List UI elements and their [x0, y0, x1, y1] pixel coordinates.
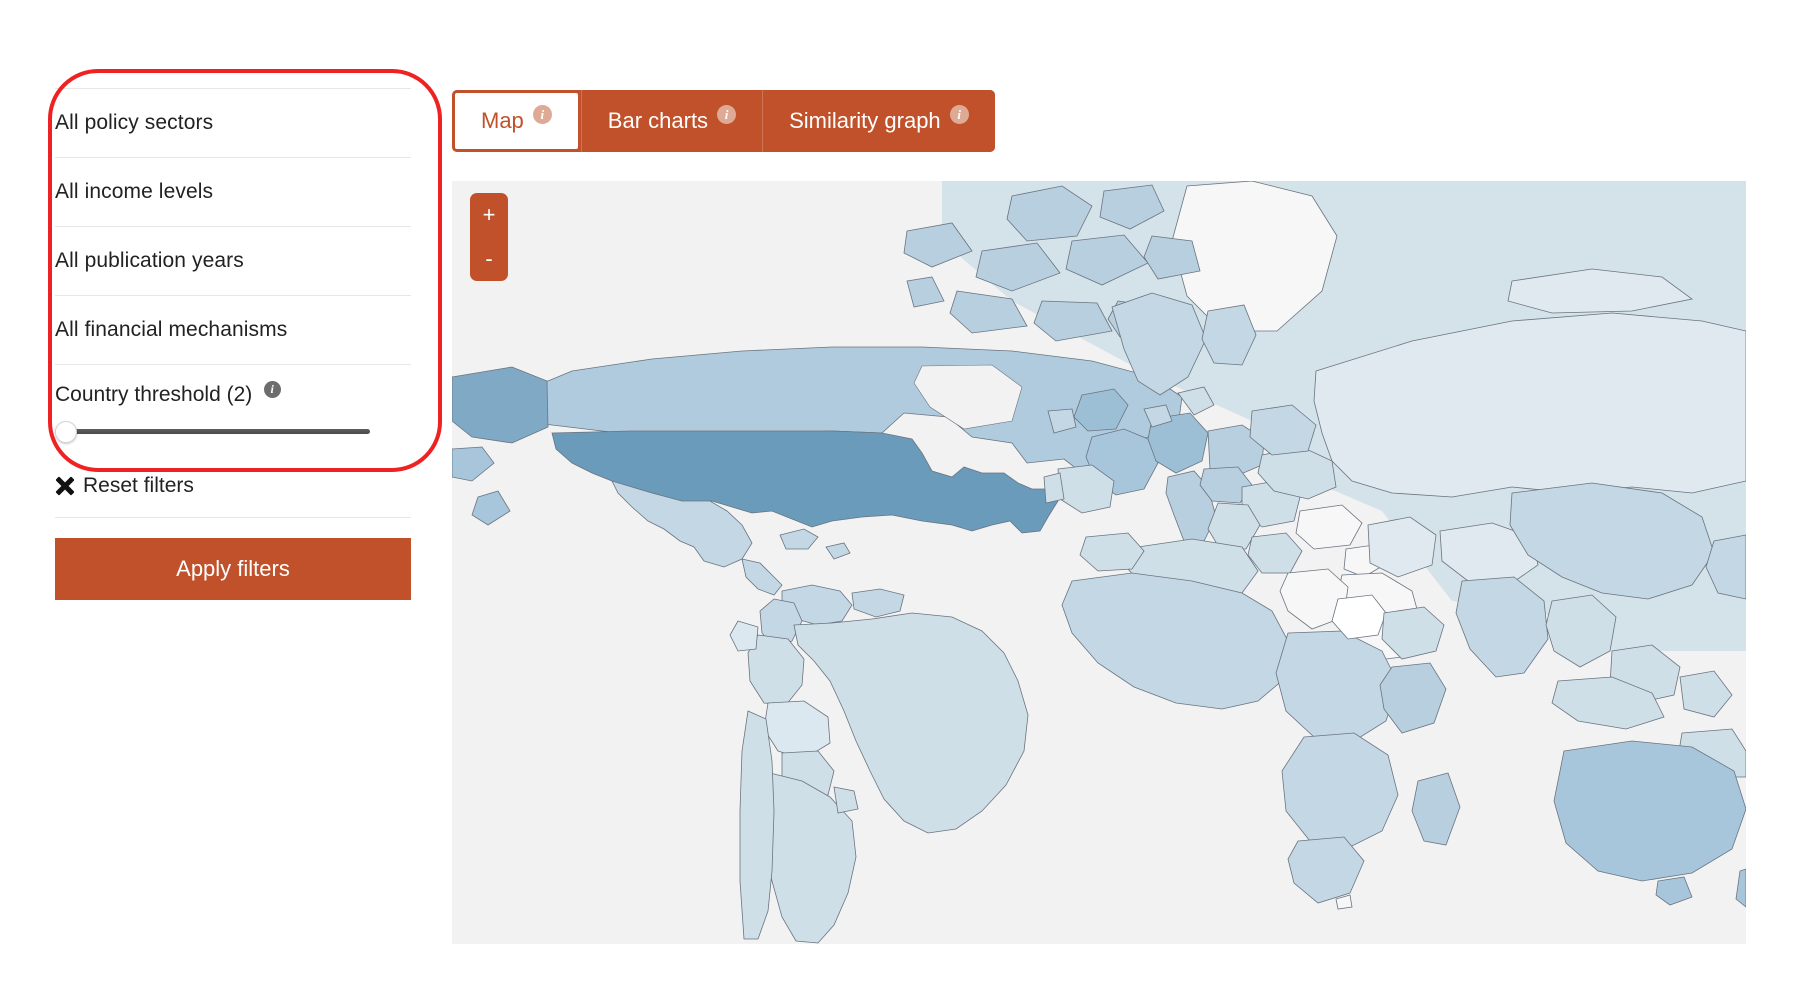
zoom-out-button[interactable]: -	[470, 237, 508, 281]
filter-financial-mechanisms[interactable]: All financial mechanisms	[55, 296, 411, 365]
filter-sidebar: All policy sectors All income levels All…	[55, 88, 411, 600]
reset-filters-button[interactable]: Reset filters	[55, 455, 411, 518]
filter-publication-years-label: All publication years	[55, 249, 244, 272]
country-threshold-filter: Country threshold (2) i	[55, 365, 411, 455]
tab-similarity-graph-label: Similarity graph	[789, 108, 941, 133]
filter-income-levels[interactable]: All income levels	[55, 158, 411, 227]
country-chile[interactable]	[739, 710, 775, 940]
slider-handle[interactable]	[55, 421, 77, 443]
info-icon[interactable]: i	[263, 380, 281, 398]
country-threshold-label: Country threshold (2)	[55, 383, 253, 406]
close-x-icon	[55, 476, 74, 495]
view-tabs: Map i Bar charts i Similarity graph i	[452, 90, 995, 152]
filter-policy-sectors-label: All policy sectors	[55, 111, 214, 134]
tab-map[interactable]: Map i	[452, 90, 581, 152]
info-icon[interactable]: i	[949, 104, 969, 124]
tab-map-label: Map	[481, 108, 524, 133]
slider-track[interactable]	[55, 429, 370, 434]
country-alaska[interactable]	[452, 366, 549, 444]
apply-filters-button[interactable]: Apply filters	[55, 538, 411, 600]
filter-policy-sectors[interactable]: All policy sectors	[55, 88, 411, 158]
tab-bar-charts[interactable]: Bar charts i	[580, 90, 763, 152]
info-icon[interactable]: i	[532, 104, 552, 124]
filter-financial-mechanisms-label: All financial mechanisms	[55, 318, 288, 341]
map-zoom-control[interactable]: + -	[470, 193, 508, 281]
zoom-in-button[interactable]: +	[470, 193, 508, 237]
filter-publication-years[interactable]: All publication years	[55, 227, 411, 296]
app-root: All policy sectors All income levels All…	[0, 0, 1818, 992]
map-svg: .cn { stroke:#6a7480; stroke-width:0.8; …	[452, 181, 1746, 944]
filter-income-levels-label: All income levels	[55, 180, 214, 203]
country-portugal[interactable]	[1043, 472, 1065, 504]
country-threshold-slider[interactable]	[55, 421, 370, 443]
tab-bar-charts-label: Bar charts	[607, 108, 709, 133]
world-choropleth-map[interactable]: .cn { stroke:#6a7480; stroke-width:0.8; …	[452, 181, 1746, 944]
info-icon[interactable]: i	[717, 104, 737, 124]
tab-similarity-graph[interactable]: Similarity graph i	[762, 90, 995, 152]
reset-filters-label: Reset filters	[83, 474, 194, 497]
